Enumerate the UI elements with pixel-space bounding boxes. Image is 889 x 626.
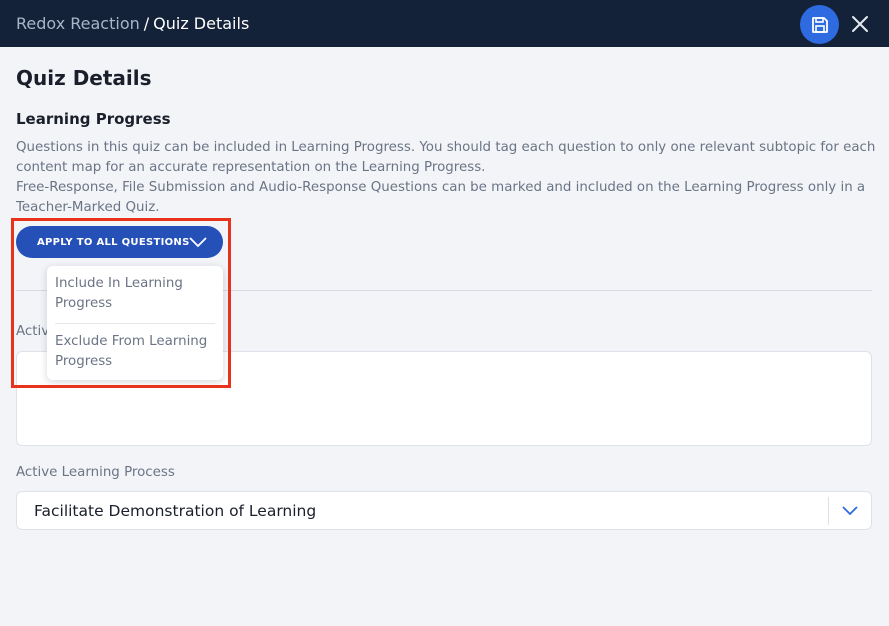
description-paragraph-2: Free-Response, File Submission and Audio…	[16, 180, 866, 215]
close-icon	[852, 16, 868, 32]
field-label-partial: Activ	[16, 324, 50, 339]
breadcrumb: Redox Reaction / Quiz Details	[16, 14, 249, 33]
modal-header: Redox Reaction / Quiz Details	[0, 0, 889, 47]
breadcrumb-separator: /	[143, 14, 150, 33]
chevron-down-icon[interactable]	[841, 504, 859, 518]
active-learning-process-select[interactable]: Facilitate Demonstration of Learning	[16, 491, 872, 530]
active-learning-process-value: Facilitate Demonstration of Learning	[34, 501, 317, 520]
apply-button-label: APPLY TO ALL QUESTIONS	[37, 236, 190, 248]
chevron-down-icon	[189, 237, 207, 248]
breadcrumb-current: Quiz Details	[153, 14, 250, 33]
menu-item-include-in-learning-progress[interactable]: Include In Learning Progress	[55, 266, 215, 323]
section-title-learning-progress: Learning Progress	[16, 110, 171, 128]
active-learning-process-label: Active Learning Process	[16, 465, 175, 480]
page-title: Quiz Details	[16, 66, 152, 90]
save-icon	[811, 16, 828, 33]
breadcrumb-parent-link[interactable]: Redox Reaction	[16, 14, 140, 33]
close-button[interactable]	[848, 10, 872, 38]
description-paragraph-1: Questions in this quiz can be included i…	[16, 140, 876, 175]
apply-dropdown-menu: Include In Learning Progress Exclude Fro…	[47, 266, 223, 380]
save-button[interactable]	[800, 5, 839, 44]
apply-to-all-questions-button[interactable]: APPLY TO ALL QUESTIONS	[16, 226, 223, 258]
learning-progress-description: Questions in this quiz can be included i…	[16, 138, 880, 218]
menu-item-exclude-from-learning-progress[interactable]: Exclude From Learning Progress	[55, 323, 215, 381]
select-divider	[828, 497, 829, 525]
